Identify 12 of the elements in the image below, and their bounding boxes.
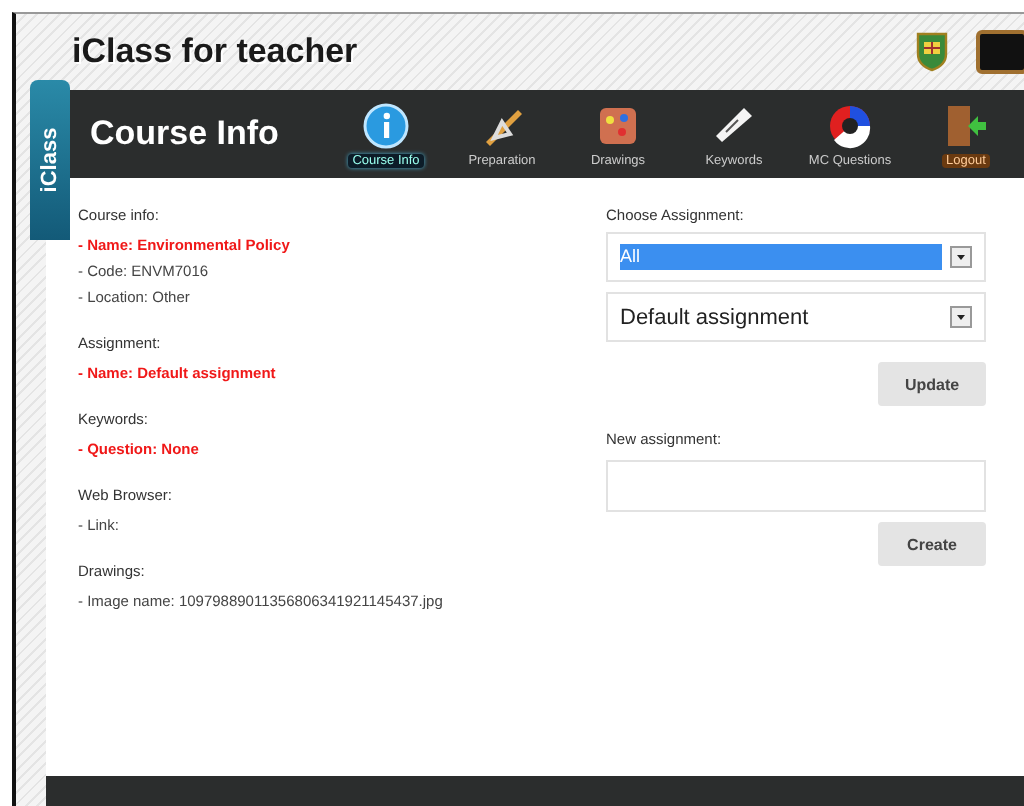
door-icon [942,101,990,149]
create-button[interactable]: Create [878,522,986,566]
monitor-icon[interactable] [976,30,1024,74]
info-icon [362,101,410,149]
crest-icon [916,32,948,72]
app-logo: iClass for teacher [72,32,358,72]
update-button[interactable]: Update [878,362,986,406]
page-title: Course Info [90,114,281,154]
new-assignment-field[interactable] [606,460,986,512]
wheel-icon [826,101,874,149]
side-tab[interactable]: iClass [30,80,70,240]
assignment-dropdown[interactable]: Default assignment [606,292,986,342]
